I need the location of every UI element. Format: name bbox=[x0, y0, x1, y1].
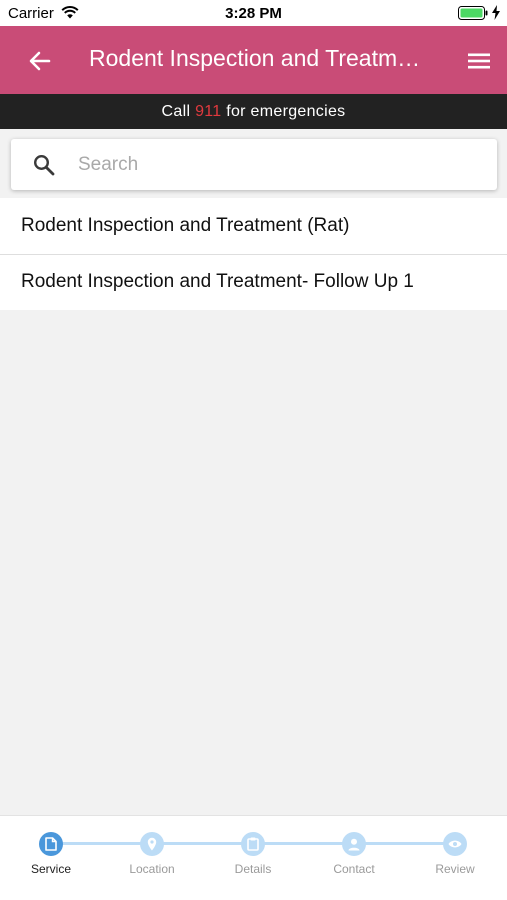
step-contact[interactable]: Contact bbox=[309, 832, 399, 876]
status-bar: Carrier 3:28 PM bbox=[0, 0, 507, 26]
app-header: Rodent Inspection and Treatment (Rat) bbox=[0, 26, 507, 94]
emergency-number[interactable]: 911 bbox=[195, 103, 221, 120]
service-list-item[interactable]: Rodent Inspection and Treatment (Rat) bbox=[0, 198, 507, 254]
service-list: Rodent Inspection and Treatment (Rat) Ro… bbox=[0, 198, 507, 310]
emergency-prefix: Call bbox=[161, 103, 196, 120]
step-review[interactable]: Review bbox=[410, 832, 500, 876]
emergency-banner: Call 911 for emergencies bbox=[0, 94, 507, 129]
step-details-dot bbox=[241, 832, 265, 856]
step-details-label: Details bbox=[234, 862, 272, 876]
step-contact-label: Contact bbox=[333, 862, 375, 876]
status-time: 3:28 PM bbox=[225, 5, 282, 22]
search-icon bbox=[33, 154, 55, 176]
step-location-label: Location bbox=[129, 862, 175, 876]
person-icon bbox=[348, 838, 360, 850]
step-service-label: Service bbox=[30, 862, 71, 876]
search-box[interactable] bbox=[11, 139, 497, 190]
emergency-suffix: for emergencies bbox=[221, 103, 346, 120]
step-location-dot bbox=[140, 832, 164, 856]
charging-bolt-icon bbox=[492, 5, 500, 20]
back-button[interactable] bbox=[22, 43, 58, 79]
step-review-dot bbox=[443, 832, 467, 856]
step-service-dot bbox=[39, 832, 63, 856]
arrow-left-icon bbox=[29, 51, 51, 71]
clipboard-icon bbox=[247, 837, 259, 851]
step-review-label: Review bbox=[435, 862, 475, 876]
step-details[interactable]: Details bbox=[208, 832, 298, 876]
step-progress-nav: Service Location Details Contact Review bbox=[0, 815, 507, 900]
document-icon bbox=[45, 837, 57, 851]
battery-icon bbox=[458, 6, 488, 20]
location-pin-icon bbox=[147, 837, 157, 851]
step-service[interactable]: Service bbox=[6, 832, 96, 876]
eye-icon bbox=[448, 840, 462, 848]
search-input[interactable] bbox=[78, 149, 478, 180]
step-location[interactable]: Location bbox=[107, 832, 197, 876]
menu-button[interactable] bbox=[462, 44, 496, 78]
page-title: Rodent Inspection and Treatment (Rat) bbox=[89, 45, 429, 71]
service-list-item[interactable]: Rodent Inspection and Treatment- Follow … bbox=[0, 254, 507, 310]
hamburger-menu-icon bbox=[468, 53, 490, 69]
step-contact-dot bbox=[342, 832, 366, 856]
